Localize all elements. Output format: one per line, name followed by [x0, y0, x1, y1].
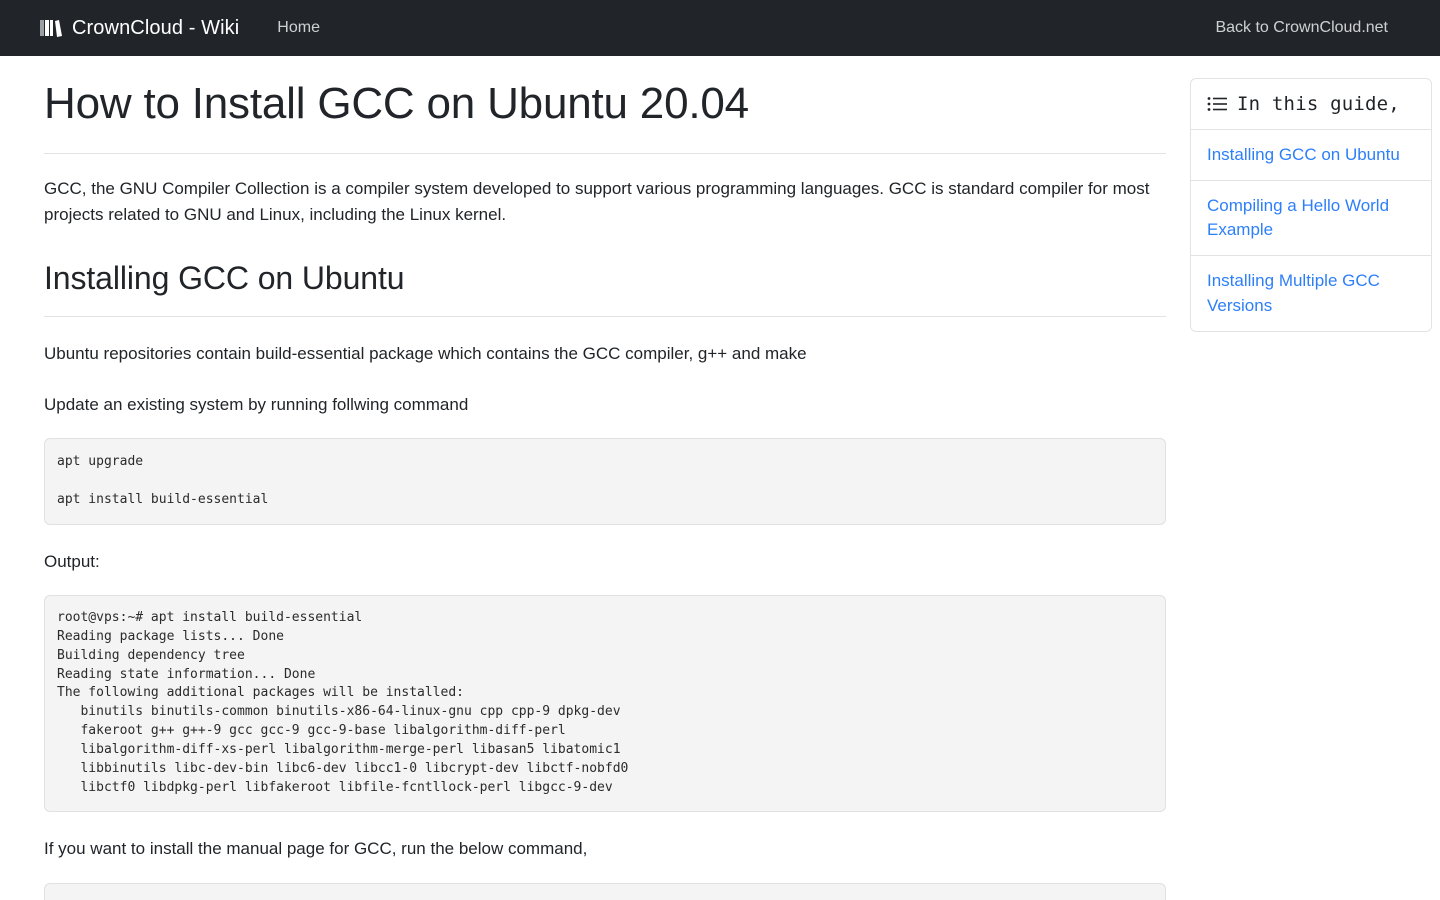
brand-link[interactable]: CrownCloud - Wiki: [40, 17, 239, 40]
toc-header: In this guide,: [1191, 79, 1431, 130]
page-body: How to Install GCC on Ubuntu 20.04 GCC, …: [0, 56, 1440, 900]
code-block-apt-upgrade: apt upgrade apt install build-essential: [44, 438, 1166, 525]
code-block-manpages-dev: apt-get install manpages-dev: [44, 882, 1166, 900]
paragraph-update-command: Update an existing system by running fol…: [44, 394, 469, 414]
article-content: How to Install GCC on Ubuntu 20.04 GCC, …: [44, 56, 1166, 900]
books-icon: [40, 18, 62, 38]
nav-right: Back to CrownCloud.net: [1207, 19, 1396, 37]
paragraph-repositories: Ubuntu repositories contain build-essent…: [44, 344, 807, 364]
right-rail: In this guide, Installing GCC on Ubuntu …: [1190, 56, 1432, 332]
toc-heading-label: In this guide,: [1237, 93, 1400, 115]
nav-link-home[interactable]: Home: [269, 15, 328, 41]
paragraph-manual-page: If you want to install the manual page f…: [44, 839, 588, 859]
code-block-apt-output: root@vps:~# apt install build-essential …: [44, 595, 1166, 813]
toc-item-compiling-a-hello-world-example[interactable]: Compiling a Hello World Example: [1191, 181, 1431, 257]
toc-item-installing-gcc-on-ubuntu[interactable]: Installing GCC on Ubuntu: [1191, 130, 1431, 182]
page-title: How to Install GCC on Ubuntu 20.04: [44, 78, 1166, 154]
nav-links: Home: [269, 15, 328, 41]
intro-paragraph: GCC, the GNU Compiler Collection is a co…: [44, 178, 1150, 225]
table-of-contents: In this guide, Installing GCC on Ubuntu …: [1190, 78, 1432, 332]
list-icon: [1207, 96, 1227, 112]
section-heading-installing-gcc: Installing GCC on Ubuntu: [44, 258, 1166, 318]
top-navbar: CrownCloud - Wiki Home Back to CrownClou…: [0, 0, 1440, 56]
output-label: Output:: [44, 551, 100, 571]
toc-item-installing-multiple-gcc-versions[interactable]: Installing Multiple GCC Versions: [1191, 256, 1431, 330]
nav-link-back-to-site[interactable]: Back to CrownCloud.net: [1207, 15, 1396, 40]
brand-label: CrownCloud - Wiki: [72, 16, 240, 39]
